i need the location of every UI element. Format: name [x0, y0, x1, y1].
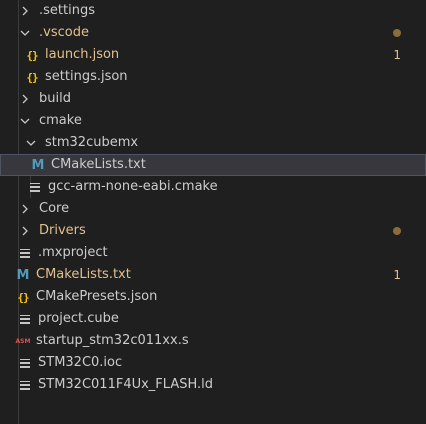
lines-icon — [17, 245, 33, 261]
tree-file-cmakepresets-json[interactable]: {} CMakePresets.json — [0, 286, 426, 308]
lines-icon — [17, 355, 33, 371]
tree-file-flash-ld[interactable]: STM32C011F4Ux_FLASH.ld — [0, 374, 426, 396]
tree-folder-core[interactable]: Core — [0, 198, 426, 220]
tree-item-label: Drivers — [39, 223, 86, 238]
tree-item-label: startup_stm32c011xx.s — [36, 333, 189, 348]
tree-item-label: build — [39, 91, 71, 106]
tree-file-gcc-arm-none-eabi[interactable]: gcc-arm-none-eabi.cmake — [0, 176, 426, 198]
chevron-down-icon — [17, 113, 33, 129]
lines-icon — [17, 311, 33, 327]
tree-folder-drivers[interactable]: Drivers — [0, 220, 426, 242]
tree-folder-stm32cubemx[interactable]: stm32cubemx — [0, 132, 426, 154]
file-explorer-tree: .settings .vscode {} launch.json 1 {} se… — [0, 0, 426, 424]
cmake-m-icon: M — [16, 267, 30, 283]
tree-item-label: CMakeLists.txt — [51, 157, 146, 172]
tree-item-label: launch.json — [45, 47, 120, 62]
chevron-right-icon — [17, 223, 33, 239]
tree-item-label: project.cube — [38, 311, 119, 326]
chevron-right-icon — [17, 91, 33, 107]
chevron-down-icon — [23, 135, 39, 151]
tree-item-label: CMakeLists.txt — [36, 267, 131, 282]
modified-dot-icon — [393, 227, 401, 235]
tree-file-cmakelists-selected[interactable]: M CMakeLists.txt — [0, 154, 426, 176]
tree-item-label: .vscode — [39, 25, 89, 40]
tree-folder-build[interactable]: build — [0, 88, 426, 110]
asm-icon: ASM — [15, 337, 31, 345]
json-braces-icon: {} — [26, 48, 38, 62]
tree-item-label: stm32cubemx — [45, 135, 139, 150]
tree-folder-cmake[interactable]: cmake — [0, 110, 426, 132]
tree-file-stm32c0-ioc[interactable]: STM32C0.ioc — [0, 352, 426, 374]
problem-count-badge: 1 — [393, 268, 401, 282]
problem-count-badge: 1 — [393, 48, 401, 62]
tree-folder-settings[interactable]: .settings — [0, 0, 426, 22]
chevron-down-icon — [17, 25, 33, 41]
modified-dot-icon — [393, 29, 401, 37]
json-braces-icon: {} — [17, 290, 29, 304]
tree-item-label: STM32C011F4Ux_FLASH.ld — [38, 377, 214, 392]
tree-file-cmakelists-root[interactable]: M CMakeLists.txt 1 — [0, 264, 426, 286]
tree-item-label: cmake — [39, 113, 82, 128]
tree-item-label: gcc-arm-none-eabi.cmake — [48, 179, 218, 194]
lines-icon — [27, 179, 43, 195]
tree-item-label: CMakePresets.json — [36, 289, 158, 304]
tree-item-label: settings.json — [45, 69, 128, 84]
tree-item-label: Core — [39, 201, 70, 216]
tree-file-startup-asm[interactable]: ASM startup_stm32c011xx.s — [0, 330, 426, 352]
tree-file-launch-json[interactable]: {} launch.json 1 — [0, 44, 426, 66]
lines-icon — [17, 377, 33, 393]
tree-file-mxproject[interactable]: .mxproject — [0, 242, 426, 264]
tree-item-label: .settings — [39, 3, 95, 18]
json-braces-icon: {} — [26, 70, 38, 84]
chevron-right-icon — [17, 3, 33, 19]
chevron-right-icon — [17, 201, 33, 217]
tree-folder-vscode[interactable]: .vscode — [0, 22, 426, 44]
tree-item-label: STM32C0.ioc — [38, 355, 123, 370]
tree-file-project-cube[interactable]: project.cube — [0, 308, 426, 330]
cmake-m-icon: M — [31, 157, 45, 173]
tree-item-label: .mxproject — [38, 245, 108, 260]
tree-file-settings-json[interactable]: {} settings.json — [0, 66, 426, 88]
